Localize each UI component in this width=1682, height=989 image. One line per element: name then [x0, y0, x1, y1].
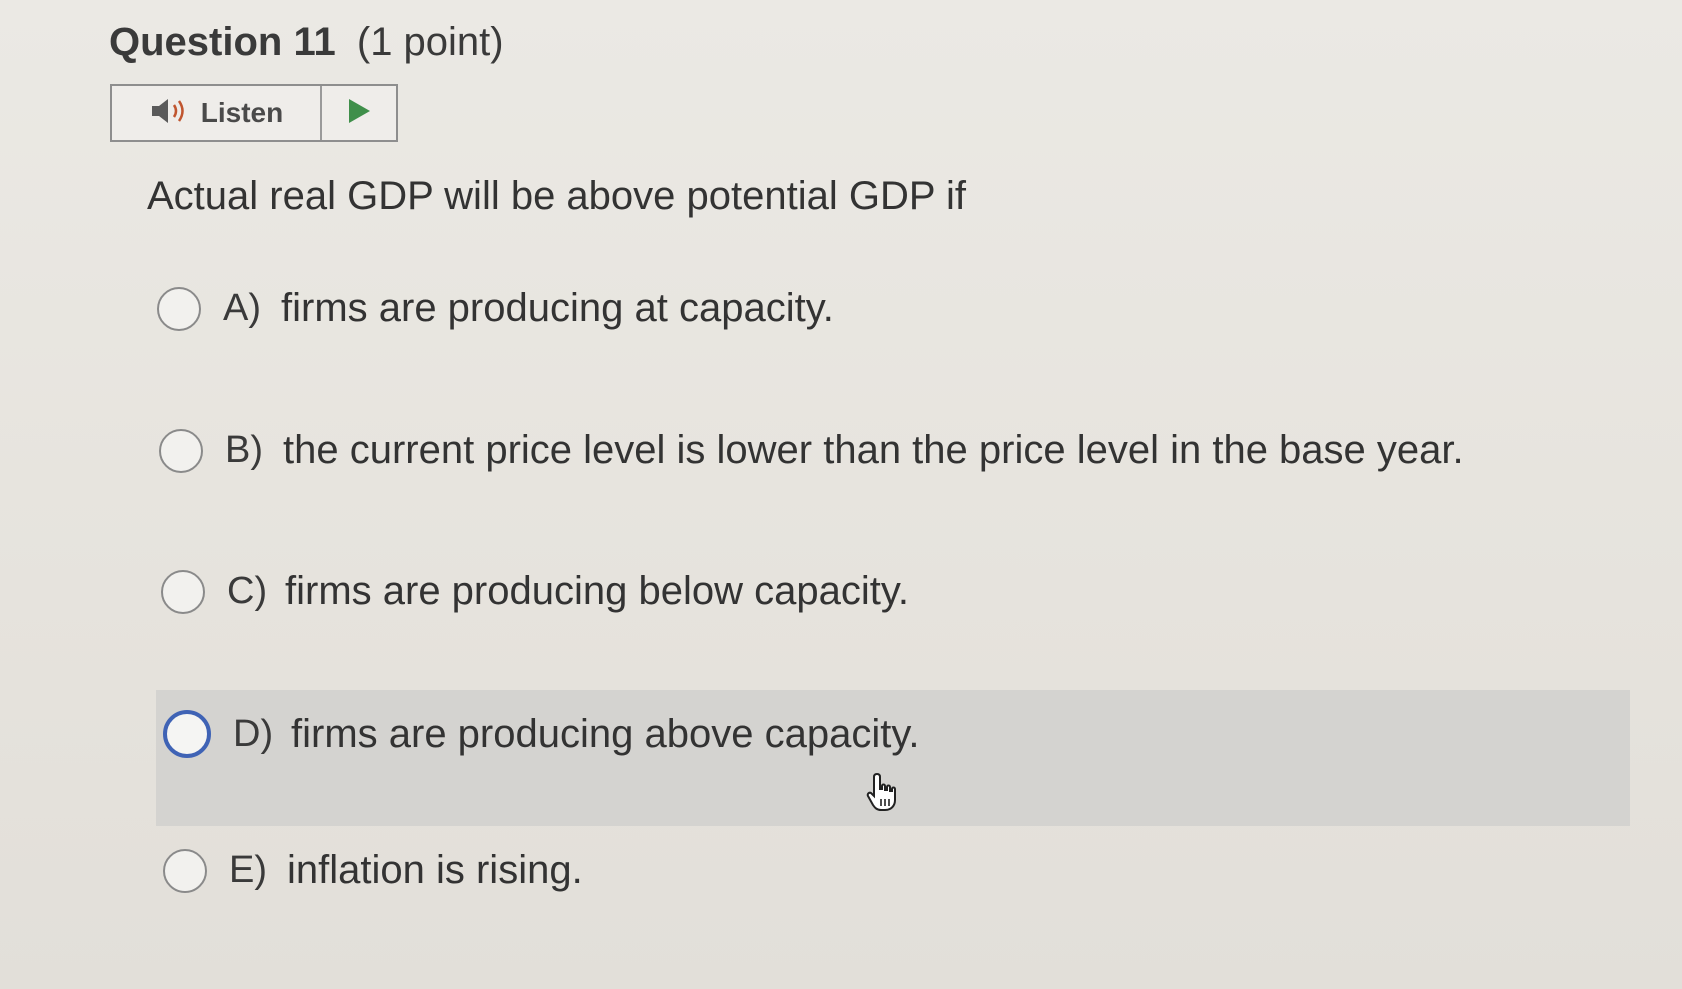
- radio-d[interactable]: [163, 710, 211, 758]
- radio-a[interactable]: [157, 286, 201, 331]
- page: Question 11 (1 point) Listen Actual real…: [0, 0, 1682, 989]
- option-letter: D): [233, 712, 274, 755]
- listen-button[interactable]: Listen: [112, 86, 322, 140]
- question-title: Question 11: [109, 20, 336, 64]
- question-prompt: Actual real GDP will be above potential …: [147, 174, 966, 218]
- question-header: Question 11 (1 point): [109, 14, 504, 70]
- option-d[interactable]: D) firms are producing above capacity.: [163, 710, 919, 758]
- option-letter: A): [223, 287, 261, 329]
- option-letter: C): [227, 570, 268, 612]
- radio-e[interactable]: [163, 848, 207, 893]
- speaker-icon: [149, 96, 191, 131]
- option-e[interactable]: E) inflation is rising.: [163, 848, 583, 893]
- option-text: firms are producing at capacity.: [281, 286, 834, 330]
- listen-widget: Listen: [110, 84, 398, 142]
- play-icon: [346, 97, 372, 130]
- option-text: firms are producing above capacity.: [291, 711, 920, 756]
- question-points: (1 point): [356, 20, 504, 64]
- listen-label: Listen: [200, 97, 284, 128]
- option-letter: B): [225, 429, 263, 471]
- play-button[interactable]: [322, 86, 396, 140]
- option-text: the current price level is lower than th…: [283, 428, 1464, 472]
- option-letter: E): [229, 849, 267, 891]
- option-text: inflation is rising.: [287, 848, 583, 892]
- radio-b[interactable]: [159, 428, 203, 473]
- option-c[interactable]: C) firms are producing below capacity.: [161, 569, 909, 614]
- option-b[interactable]: B) the current price level is lower than…: [159, 428, 1464, 473]
- option-a[interactable]: A) firms are producing at capacity.: [157, 286, 834, 331]
- radio-c[interactable]: [161, 569, 205, 614]
- hand-cursor-icon: [866, 772, 900, 812]
- option-text: firms are producing below capacity.: [285, 569, 909, 613]
